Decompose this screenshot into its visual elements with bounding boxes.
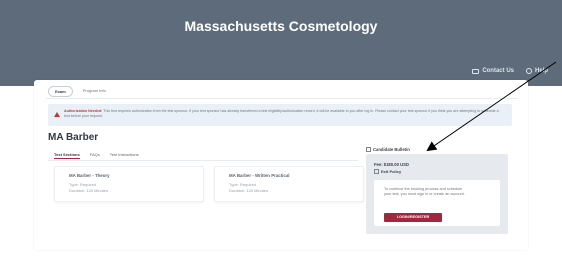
- section-type: Type: Required: [229, 182, 257, 187]
- exam-panel: Exam Program Info Authorization Needed: …: [34, 80, 528, 250]
- section-tabs: Test Sections FAQs Test Instructions: [54, 152, 139, 159]
- tab-test-sections[interactable]: Test Sections: [54, 152, 80, 159]
- header-links: Contact Us Help: [472, 68, 548, 74]
- divider: [46, 98, 518, 99]
- site-header: Massachusetts Cosmetology Contact Us Hel…: [0, 0, 562, 86]
- warning-icon: [54, 112, 60, 117]
- login-prompt-box: To continue the booking process and sche…: [374, 180, 500, 226]
- document-icon: [374, 169, 379, 174]
- bulletin-panel: Fee: $180.00 USD Exit Policy To continue…: [366, 154, 508, 234]
- tab-exam[interactable]: Exam: [48, 86, 73, 97]
- divider: [48, 160, 358, 161]
- exit-policy-label: Exit Policy: [381, 169, 402, 174]
- tab-test-instructions[interactable]: Test Instructions: [110, 152, 139, 159]
- section-card-written-practical[interactable]: MA Barber - Written Practical Type: Requ…: [214, 166, 364, 202]
- alert-text: Authorization Needed: This test requires…: [64, 109, 504, 119]
- candidate-bulletin-link[interactable]: Candidate Bulletin: [366, 147, 410, 152]
- exit-policy-link[interactable]: Exit Policy: [374, 169, 401, 174]
- page-title: MA Barber: [48, 132, 99, 143]
- document-icon: [366, 147, 371, 152]
- fee-value: Fee: $180.00 USD: [374, 162, 409, 167]
- alert-label: Authorization Needed:: [64, 109, 103, 113]
- section-title: MA Barber - Theory: [69, 173, 110, 178]
- alert-message: This test requires authorization from th…: [64, 109, 499, 118]
- tab-faqs[interactable]: FAQs: [90, 152, 100, 159]
- section-duration: Duration: 120 Minutes: [229, 188, 269, 193]
- help-link[interactable]: Help: [525, 68, 548, 74]
- contact-us-label: Contact Us: [482, 68, 514, 74]
- tab-program-info[interactable]: Program Info: [77, 86, 112, 97]
- section-card-theory[interactable]: MA Barber - Theory Type: Required Durati…: [54, 166, 204, 202]
- login-register-button[interactable]: LOGIN/REGISTER: [384, 213, 442, 222]
- contact-us-link[interactable]: Contact Us: [472, 68, 514, 74]
- section-type: Type: Required: [69, 182, 97, 187]
- top-tabs: Exam Program Info: [48, 86, 112, 97]
- section-duration: Duration: 120 Minutes: [69, 188, 109, 193]
- login-prompt-text: To continue the booking process and sche…: [384, 187, 465, 196]
- site-title: Massachusetts Cosmetology: [184, 18, 378, 34]
- section-title: MA Barber - Written Practical: [229, 173, 290, 178]
- envelope-icon: [472, 68, 480, 74]
- help-circle-icon: [525, 68, 532, 74]
- bulletin-label: Candidate Bulletin: [373, 147, 410, 152]
- help-label: Help: [534, 68, 548, 74]
- authorization-alert: Authorization Needed: This test requires…: [48, 104, 512, 126]
- fee-text: Fee: $180.00 USD: [374, 162, 409, 167]
